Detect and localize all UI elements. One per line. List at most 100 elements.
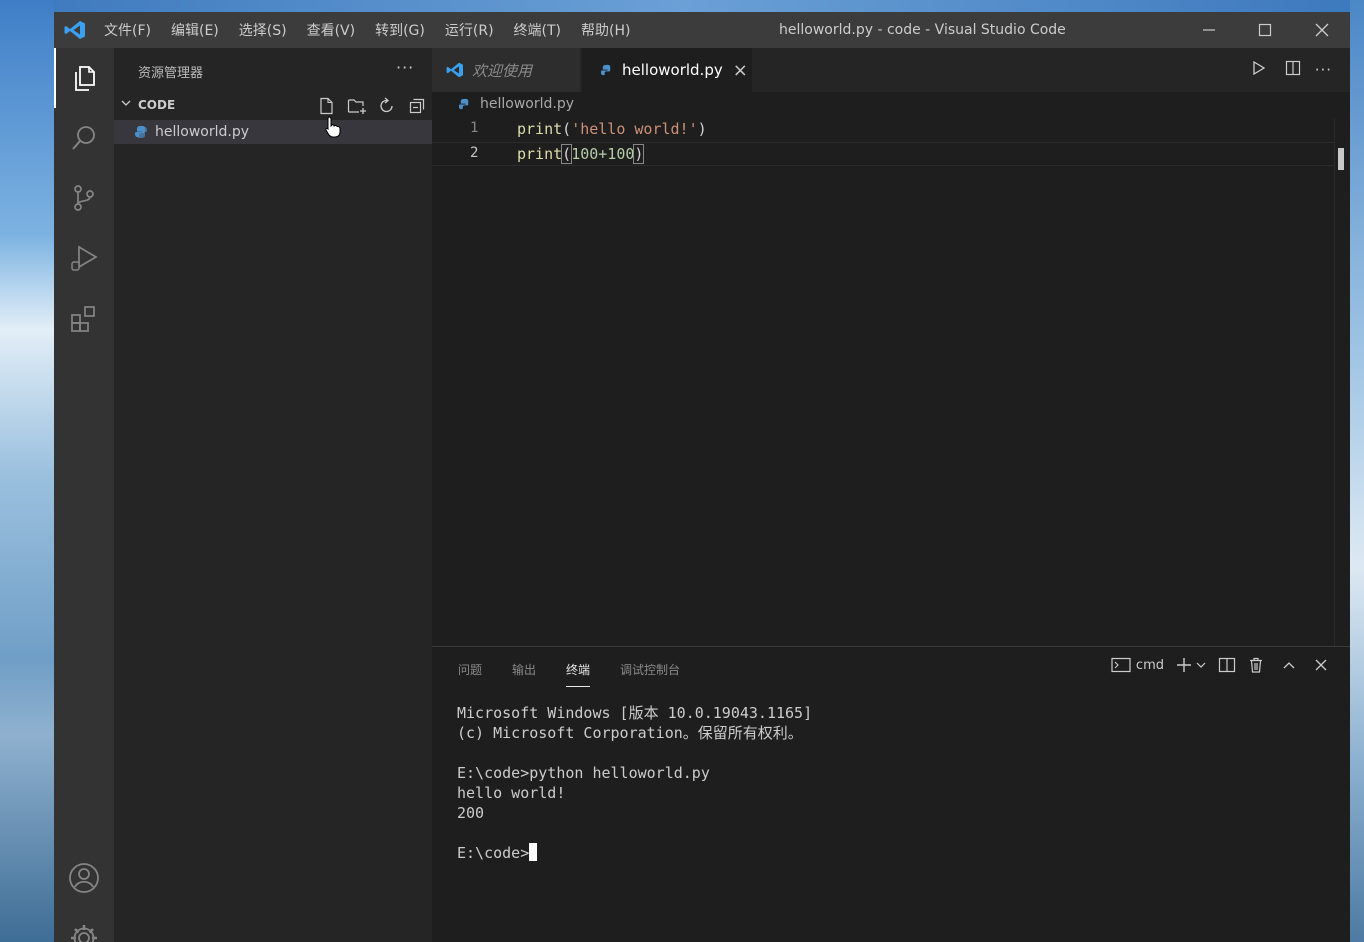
window-title: helloworld.py - code - Visual Studio Cod… [779, 22, 1066, 38]
token-function: print [517, 120, 563, 138]
new-file-button[interactable] [312, 94, 342, 118]
collapse-all-button[interactable] [402, 94, 432, 118]
activity-extensions[interactable] [54, 288, 114, 348]
maximize-button[interactable] [1240, 12, 1290, 48]
editor-scrollbar[interactable] [1334, 118, 1349, 646]
terminal-line: 200 [457, 804, 485, 822]
tab-label: helloworld.py [622, 61, 723, 79]
menu-help[interactable]: 帮助(H) [581, 20, 630, 40]
terminal-cursor [529, 843, 538, 861]
source-control-icon [74, 185, 94, 211]
panel-actions: cmd [1099, 657, 1328, 673]
chevron-down-icon [120, 97, 132, 112]
search-icon [72, 126, 95, 150]
settings-gear-icon [71, 925, 97, 942]
activity-search[interactable] [54, 108, 114, 168]
token-paren: ( [562, 120, 572, 138]
menu-edit[interactable]: 编辑(E) [171, 20, 219, 40]
activity-accounts[interactable] [54, 848, 114, 908]
code-line: 1 print('hello world!') [432, 118, 1337, 142]
vscode-window: 文件(F) 编辑(E) 选择(S) 查看(V) 转到(G) 运行(R) 终端(T… [54, 12, 1350, 942]
desktop-left [0, 0, 54, 942]
tab-debug-console[interactable]: 调试控制台 [620, 661, 680, 687]
vscode-logo-icon [446, 62, 463, 78]
activity-manage[interactable] [54, 908, 114, 942]
maximize-panel-button[interactable] [1282, 658, 1296, 672]
line-content: print('hello world!') [517, 120, 707, 138]
folder-section-header[interactable]: CODE [114, 94, 432, 118]
maximize-icon [1258, 23, 1272, 37]
split-editor-button[interactable] [1285, 60, 1301, 80]
menu-view[interactable]: 查看(V) [307, 20, 356, 40]
mouse-pointer-icon [325, 116, 341, 138]
account-icon [69, 863, 99, 893]
bottom-panel: 问题 输出 终端 调试控制台 cmd Microsoft Windows [版本… [432, 646, 1350, 942]
code-editor[interactable]: 1 print('hello world!') 2 print(100+100) [432, 118, 1350, 646]
tab-helloworld[interactable]: helloworld.py × [582, 48, 752, 92]
terminal-line: E:\code>python helloworld.py [457, 764, 710, 782]
chevron-down-icon [1196, 662, 1206, 668]
breadcrumb-file[interactable]: helloworld.py [480, 96, 574, 112]
activity-run-debug[interactable] [54, 228, 114, 288]
more-actions-button[interactable]: ··· [396, 58, 414, 77]
minimize-icon [1203, 29, 1215, 31]
scroll-cursor-marker [1338, 148, 1344, 170]
tab-problems[interactable]: 问题 [458, 661, 482, 687]
editor-tabs: 欢迎使用 helloworld.py × ··· [432, 48, 1350, 92]
refresh-icon [380, 97, 393, 113]
menu-selection[interactable]: 选择(S) [239, 20, 287, 40]
terminal-line: Microsoft Windows [版本 10.0.19043.1165] [457, 704, 813, 722]
minimize-button[interactable] [1184, 12, 1234, 48]
token-string: 'hello world!' [571, 120, 698, 138]
python-file-icon [135, 126, 147, 138]
token-number: 100+100 [571, 145, 635, 163]
panel-tabs: 问题 输出 终端 调试控制台 [458, 661, 710, 687]
explorer-icon [75, 66, 95, 91]
menu-bar: 文件(F) 编辑(E) 选择(S) 查看(V) 转到(G) 运行(R) 终端(T… [104, 12, 650, 48]
token-function: print [517, 145, 563, 163]
terminal-prompt: E:\code> [457, 844, 530, 862]
line-content: print(100+100) [517, 144, 645, 164]
terminal-output[interactable]: Microsoft Windows [版本 10.0.19043.1165] (c… [457, 703, 812, 863]
close-icon [1315, 659, 1327, 671]
tab-close-button[interactable]: × [733, 60, 748, 81]
new-folder-icon [347, 99, 366, 114]
code-line: 2 print(100+100) [432, 142, 1337, 166]
line-number: 1 [470, 120, 479, 136]
token-paren: ( [561, 144, 573, 164]
sidebar-title: 资源管理器 [138, 66, 204, 81]
close-panel-button[interactable] [1314, 658, 1328, 672]
menu-terminal[interactable]: 终端(T) [514, 20, 561, 40]
menu-run[interactable]: 运行(R) [445, 20, 494, 40]
desktop-right [1350, 0, 1364, 942]
token-paren: ) [633, 144, 645, 164]
tab-label: 欢迎使用 [472, 61, 533, 80]
file-tree-item[interactable]: helloworld.py [114, 120, 432, 144]
close-button[interactable] [1297, 12, 1347, 48]
new-file-icon [320, 97, 333, 115]
line-number: 2 [470, 145, 479, 161]
more-actions-icon[interactable]: ··· [1315, 61, 1332, 79]
menu-go[interactable]: 转到(G) [375, 20, 425, 40]
tab-welcome[interactable]: 欢迎使用 [432, 48, 580, 92]
shell-name: cmd [1135, 657, 1164, 673]
activity-explorer[interactable] [54, 48, 114, 108]
explorer-sidebar: 资源管理器 ··· CODE helloworld.py [114, 48, 432, 942]
split-terminal-button[interactable] [1218, 657, 1236, 673]
kill-terminal-button[interactable] [1248, 657, 1264, 673]
editor-actions: ··· [1251, 48, 1350, 92]
tab-output[interactable]: 输出 [512, 661, 536, 687]
run-python-button[interactable] [1251, 60, 1267, 80]
tab-terminal[interactable]: 终端 [566, 661, 591, 687]
terminal-select[interactable]: cmd [1111, 657, 1164, 673]
terminal-icon [1111, 657, 1131, 673]
new-folder-button[interactable] [342, 94, 372, 118]
new-terminal-button[interactable] [1176, 657, 1206, 673]
refresh-button[interactable] [372, 94, 402, 118]
section-actions [312, 94, 432, 118]
activity-source-control[interactable] [54, 168, 114, 228]
python-file-icon [600, 64, 611, 75]
terminal-line: hello world! [457, 784, 566, 802]
menu-file[interactable]: 文件(F) [104, 20, 151, 40]
